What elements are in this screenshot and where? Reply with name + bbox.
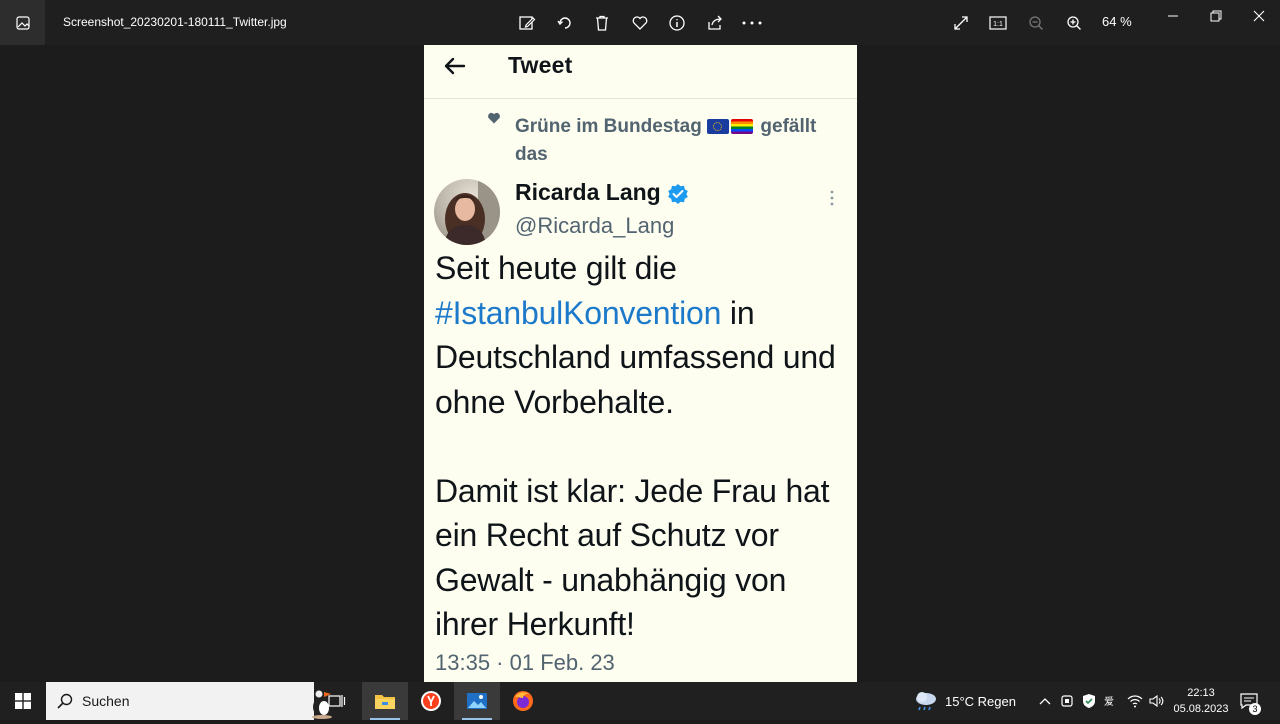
tweet-paragraph-1: Seit heute gilt die #IstanbulKonvention … xyxy=(435,246,845,424)
favorite-icon[interactable] xyxy=(629,12,651,34)
firefox-taskbar-button[interactable] xyxy=(500,682,546,720)
svg-text:1:1: 1:1 xyxy=(993,21,1003,28)
avatar xyxy=(434,179,500,245)
search-icon xyxy=(56,692,74,710)
displayed-image: Tweet Grüne im Bundestag gefällt das Ric… xyxy=(424,45,857,682)
system-clock[interactable]: 22:13 05.08.2023 xyxy=(1172,685,1230,717)
photos-taskbar-button[interactable] xyxy=(454,682,500,720)
liked-by-account: Grüne im Bundestag xyxy=(515,116,702,137)
header-divider xyxy=(424,98,857,99)
weather-text[interactable]: 15°C Regen xyxy=(945,694,1016,709)
meet-now-icon[interactable] xyxy=(1058,692,1076,710)
tweet-paragraph-2: Damit ist klar: Jede Frau hat ein Recht … xyxy=(435,472,830,643)
file-name: Screenshot_20230201-180111_Twitter.jpg xyxy=(63,15,287,29)
photos-app-icon[interactable] xyxy=(0,0,45,45)
start-button[interactable] xyxy=(0,682,45,720)
author-handle: @Ricarda_Lang xyxy=(515,213,675,238)
zoom-level[interactable]: 64 % xyxy=(1102,14,1132,29)
search-placeholder: Suchen xyxy=(82,693,130,709)
tweet-timestamp: 13:35 · 01 Feb. 23 xyxy=(435,650,615,675)
author-name: Ricarda Lang xyxy=(515,179,661,205)
zoom-out-icon[interactable] xyxy=(1025,12,1047,34)
notification-count-badge: 3 xyxy=(1249,703,1261,715)
rainbow-flag-icon xyxy=(731,119,754,134)
restore-button[interactable] xyxy=(1201,6,1231,26)
more-options-icon[interactable] xyxy=(741,12,763,34)
fullscreen-icon[interactable] xyxy=(950,12,972,34)
zoom-in-icon[interactable] xyxy=(1063,12,1085,34)
rotate-icon[interactable] xyxy=(554,12,576,34)
task-view-button[interactable] xyxy=(314,682,360,720)
title-bar: Screenshot_20230201-180111_Twitter.jpg 1… xyxy=(0,0,1280,45)
volume-icon[interactable] xyxy=(1148,692,1166,710)
tweet-header-title: Tweet xyxy=(508,52,573,78)
tweet-text: Seit heute gilt die #IstanbulKonvention … xyxy=(435,246,845,647)
share-icon[interactable] xyxy=(704,12,726,34)
file-explorer-taskbar-button[interactable] xyxy=(362,682,408,720)
clock-date: 05.08.2023 xyxy=(1173,703,1229,715)
liked-by-line: Grüne im Bundestag gefällt das xyxy=(515,113,845,169)
taskbar: Suchen 15°C Regen 爱 22:13 05.08.2023 3 xyxy=(0,682,1280,720)
keyboard-layout-icon[interactable]: 爱 xyxy=(1102,692,1120,710)
verified-badge-icon xyxy=(667,183,689,205)
taskbar-search-box[interactable]: Suchen xyxy=(46,682,332,720)
minimize-button[interactable] xyxy=(1158,6,1188,26)
svg-text:爱: 爱 xyxy=(1104,695,1114,708)
tweet-more-icon xyxy=(828,189,836,207)
clock-time: 22:13 xyxy=(1187,687,1215,699)
delete-icon[interactable] xyxy=(591,12,613,34)
chevron-up-icon[interactable] xyxy=(1036,692,1054,710)
eu-flag-icon xyxy=(707,119,730,134)
wifi-icon[interactable] xyxy=(1126,692,1144,710)
info-icon[interactable] xyxy=(666,12,688,34)
back-arrow-icon xyxy=(442,53,468,79)
edit-image-icon[interactable] xyxy=(516,12,538,34)
tweet-text-prefix: Seit heute gilt die xyxy=(435,250,677,286)
heart-icon xyxy=(487,111,501,125)
yandex-browser-taskbar-button[interactable] xyxy=(408,682,454,720)
security-shield-icon[interactable] xyxy=(1080,692,1098,710)
actual-size-icon[interactable]: 1:1 xyxy=(987,12,1009,34)
close-button[interactable] xyxy=(1244,6,1274,26)
weather-rain-icon[interactable] xyxy=(913,690,939,712)
hashtag-link: #IstanbulKonvention xyxy=(435,294,722,331)
